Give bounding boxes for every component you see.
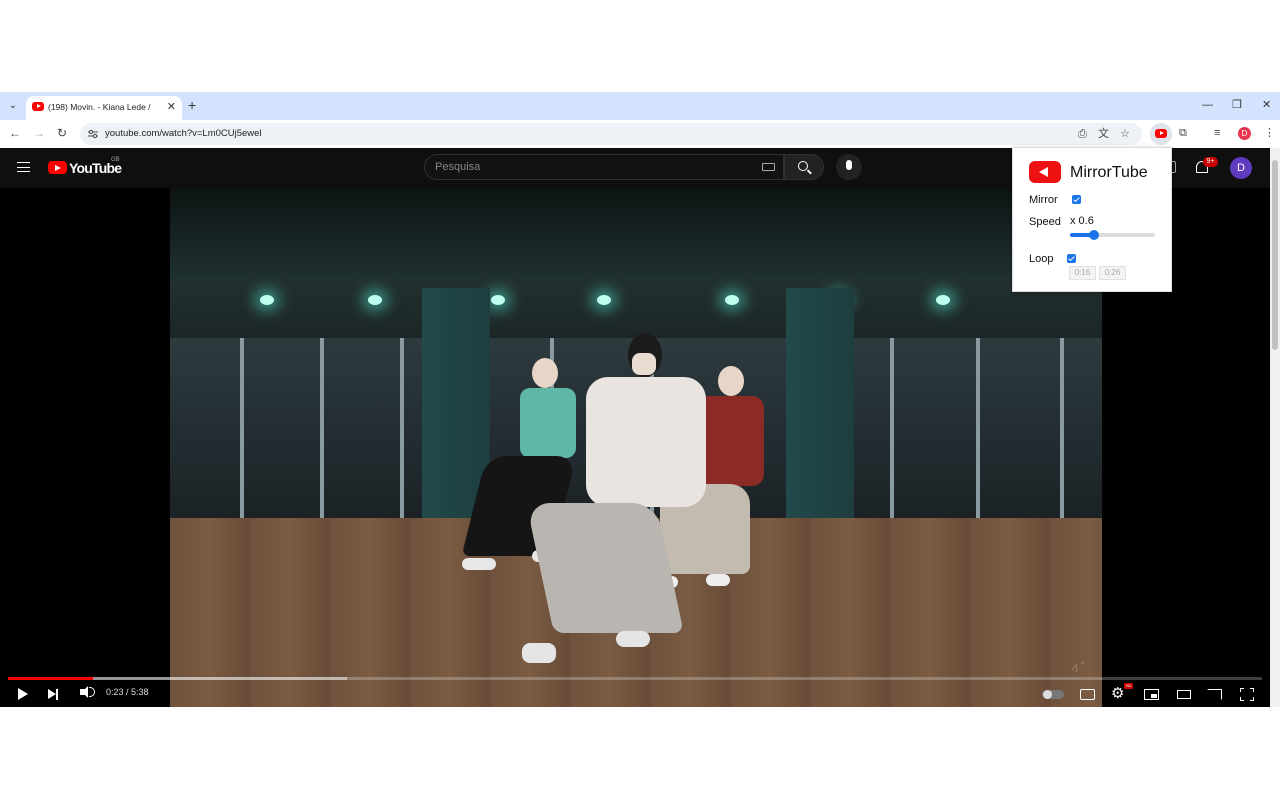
autoplay-toggle[interactable] bbox=[1042, 690, 1064, 699]
window-frame bbox=[240, 338, 244, 518]
menu-icon[interactable] bbox=[17, 162, 30, 172]
loop-checkbox[interactable] bbox=[1067, 254, 1076, 263]
scrollbar-thumb[interactable] bbox=[1272, 160, 1278, 350]
loop-start-field[interactable]: 0:16 bbox=[1069, 266, 1096, 280]
address-bar[interactable]: youtube.com/watch?v=Lm0CUj5ewel ⎙ 文 ☆ bbox=[80, 123, 1142, 145]
hd-badge: HD bbox=[1124, 683, 1133, 689]
tab-strip: ⌄ (198) Movin. - Kiana Lede / ✕ + — ❐ ✕ bbox=[0, 92, 1280, 120]
ceiling-light bbox=[260, 295, 274, 305]
profile-avatar[interactable]: D bbox=[1238, 127, 1251, 140]
browser-window: ⌄ (198) Movin. - Kiana Lede / ✕ + — ❐ ✕ … bbox=[0, 92, 1280, 707]
extensions-puzzle-icon[interactable]: ⧉ bbox=[1179, 126, 1187, 140]
speed-slider-thumb[interactable] bbox=[1088, 230, 1099, 240]
popup-title: MirrorTube bbox=[1070, 164, 1148, 181]
ceiling-light bbox=[597, 295, 611, 305]
speed-label: Speed bbox=[1029, 216, 1061, 228]
url-text: youtube.com/watch?v=Lm0CUj5ewel bbox=[105, 128, 262, 139]
keyboard-icon[interactable] bbox=[762, 163, 775, 171]
close-window-button[interactable]: ✕ bbox=[1262, 98, 1271, 112]
notification-badge: 9+ bbox=[1203, 157, 1218, 167]
played-bar bbox=[8, 677, 94, 680]
site-settings-icon[interactable] bbox=[88, 129, 98, 139]
fullscreen-icon[interactable] bbox=[1240, 688, 1254, 701]
youtube-favicon-icon bbox=[32, 102, 44, 111]
microphone-icon bbox=[846, 160, 852, 170]
media-controls-icon[interactable]: ≡ bbox=[1214, 126, 1220, 140]
bookmark-star-icon[interactable]: ☆ bbox=[1120, 127, 1130, 141]
window-frame bbox=[1060, 338, 1064, 518]
speed-value: x 0.6 bbox=[1070, 215, 1094, 227]
player-controls: 0:23 / 5:38 ⚙ HD bbox=[0, 683, 1270, 707]
tab-title: (198) Movin. - Kiana Lede / bbox=[48, 102, 151, 112]
back-button[interactable]: ← bbox=[9, 126, 21, 140]
ceiling-light bbox=[936, 295, 950, 305]
window-frame bbox=[320, 338, 324, 518]
translate-icon[interactable]: 文 bbox=[1098, 127, 1109, 141]
ceiling-light bbox=[491, 295, 505, 305]
account-avatar[interactable]: D bbox=[1230, 157, 1252, 179]
restore-button[interactable]: ❐ bbox=[1232, 98, 1242, 112]
close-tab-icon[interactable]: ✕ bbox=[167, 100, 176, 114]
mirrortube-extension-button[interactable] bbox=[1150, 123, 1172, 145]
ceiling-light bbox=[368, 295, 382, 305]
search-icon bbox=[798, 161, 808, 171]
speed-slider[interactable] bbox=[1070, 230, 1155, 240]
mirrortube-popup: MirrorTube Mirror Speed x 0.6 Loop 0:16 … bbox=[1012, 147, 1172, 292]
forward-button[interactable]: → bbox=[33, 126, 45, 140]
loop-label: Loop bbox=[1029, 253, 1054, 265]
mirrortube-logo-icon bbox=[1029, 161, 1061, 183]
time-display: 0:23 / 5:38 bbox=[106, 687, 149, 697]
cast-icon[interactable] bbox=[1207, 689, 1222, 700]
window-frame bbox=[976, 338, 980, 518]
mirror-label: Mirror bbox=[1029, 194, 1058, 206]
play-icon[interactable] bbox=[18, 688, 28, 700]
subtitles-icon[interactable] bbox=[1080, 689, 1095, 700]
voice-search-button[interactable] bbox=[836, 154, 862, 180]
region-code: GB bbox=[111, 157, 120, 163]
studio-ceiling bbox=[170, 188, 1102, 278]
window-frame bbox=[890, 338, 894, 518]
mirrortube-extension-icon bbox=[1155, 129, 1167, 138]
volume-wave-icon bbox=[89, 687, 95, 697]
tab-search-button[interactable]: ⌄ bbox=[4, 97, 22, 115]
search-input[interactable]: Pesquisa bbox=[424, 154, 784, 180]
theater-mode-icon[interactable] bbox=[1177, 690, 1191, 699]
search-button[interactable] bbox=[784, 154, 824, 180]
install-app-icon[interactable]: ⎙ bbox=[1078, 127, 1087, 141]
browser-toolbar: ← → ↻ youtube.com/watch?v=Lm0CUj5ewel ⎙ … bbox=[0, 120, 1280, 148]
volume-icon[interactable] bbox=[80, 686, 88, 698]
browser-menu-icon[interactable]: ⋮ bbox=[1264, 126, 1275, 140]
new-tab-button[interactable]: + bbox=[188, 97, 196, 113]
studio-pillar bbox=[786, 288, 854, 528]
window-frame bbox=[400, 338, 404, 518]
reload-button[interactable]: ↻ bbox=[57, 126, 67, 140]
ceiling-light bbox=[725, 295, 739, 305]
next-video-icon[interactable] bbox=[48, 688, 58, 700]
video-frame[interactable] bbox=[170, 188, 1102, 707]
page-scrollbar[interactable] bbox=[1270, 148, 1280, 707]
browser-tab[interactable]: (198) Movin. - Kiana Lede / ✕ bbox=[26, 96, 182, 120]
progress-bar[interactable] bbox=[8, 677, 1262, 680]
settings-gear-icon[interactable]: ⚙ bbox=[1111, 686, 1124, 702]
miniplayer-icon[interactable] bbox=[1144, 689, 1159, 700]
youtube-logo-icon[interactable] bbox=[48, 161, 67, 174]
search-placeholder: Pesquisa bbox=[435, 161, 481, 173]
minimize-button[interactable]: — bbox=[1202, 98, 1213, 112]
dancer-center bbox=[520, 333, 730, 683]
loop-end-field[interactable]: 0:26 bbox=[1099, 266, 1126, 280]
mirror-checkbox[interactable] bbox=[1072, 195, 1081, 204]
